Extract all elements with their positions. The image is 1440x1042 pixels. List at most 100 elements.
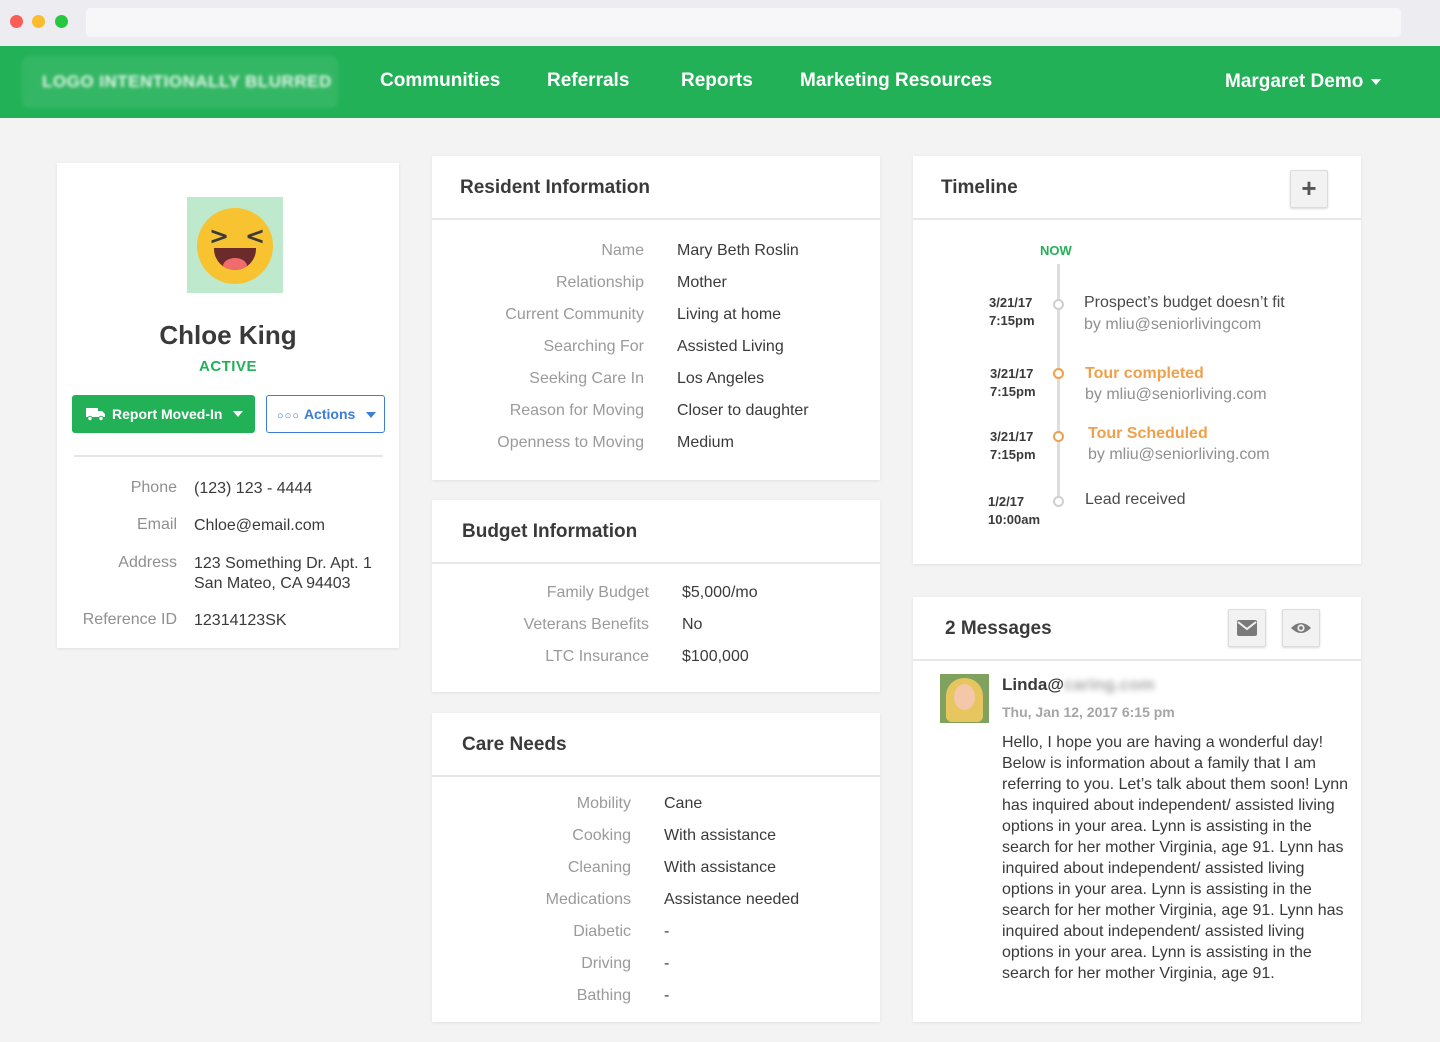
actions-label: Actions [303,406,356,422]
budget-information-card: Budget Information Family Budget $5,000/m… [432,500,880,692]
medications-label: Medications [545,891,631,908]
reason-for-moving-value: Closer to daughter [677,402,809,419]
email-value[interactable]: Chloe@email.com [194,516,325,536]
diabetic-value: - [664,923,670,940]
bathing-label: Bathing [576,987,631,1004]
messages-title: 2 Messages [945,618,1052,639]
eye-icon [1291,623,1311,633]
add-timeline-event-button[interactable]: + [1290,170,1328,208]
nav-link-communities[interactable]: Communities [380,70,500,92]
user-name: Margaret Demo [1225,71,1364,92]
timeline-node [1053,496,1064,507]
name-label: Name [601,242,644,259]
chevron-down-icon[interactable] [233,411,243,417]
timeline-date: 1/2/17 10:00am [988,494,1041,527]
actions-button[interactable]: ○○○ Actions [266,395,385,433]
cooking-value: With assistance [664,827,777,844]
timeline-event-title: Tour Scheduled [1088,425,1208,442]
address-bar[interactable] [86,8,1401,37]
compose-message-button[interactable] [1228,609,1266,647]
searching-for-value: Assisted Living [677,338,784,355]
timeline-node [1053,299,1064,310]
timeline-event-author: by mliu@seniorliving.com [1085,386,1267,403]
view-messages-button[interactable] [1282,609,1320,647]
more-icon: ○○○ [277,410,300,422]
openness-to-moving-label: Openness to Moving [497,434,644,451]
cleaning-label: Cleaning [567,859,631,876]
nav-link-marketing-resources[interactable]: Marketing Resources [800,70,992,92]
bathing-value: - [664,987,670,1004]
avatar: > < [187,197,283,293]
timeline-date: 3/21/17 7:15pm [989,295,1035,328]
driving-label: Driving [581,955,631,972]
sender-avatar [940,674,989,723]
user-menu[interactable]: Margaret Demo [1225,71,1382,93]
driving-value: - [664,955,670,972]
reference-id-value: 12314123SK [194,612,287,629]
now-marker: NOW [1040,243,1072,258]
diabetic-label: Diabetic [573,923,631,940]
timeline-card: Timeline + NOW 3/21/17 7:15pm Prospect’s … [913,156,1361,564]
phone-value[interactable]: (123) 123 - 4444 [194,479,312,499]
address-line-1: 123 Something Dr. Apt. 1 [194,555,372,572]
message-timestamp: Thu, Jan 12, 2017 6:15 pm [1002,704,1175,720]
veterans-benefits-value: No [682,616,703,633]
current-community-value: Living at home [677,306,782,323]
card-title: Care Needs [432,713,880,777]
minimize-window-dot[interactable] [32,15,45,28]
card-title: Budget Information [432,500,880,564]
card-title: 2 Messages [913,597,1361,661]
email-label: Email [136,516,177,533]
status-badge: ACTIVE [198,358,257,375]
timeline-title: Timeline [941,177,1018,198]
openness-to-moving-value: Medium [677,434,734,451]
cleaning-value: With assistance [664,859,777,876]
family-budget-value: $5,000/mo [682,584,758,601]
mobility-value: Cane [664,795,703,812]
nav-link-referrals[interactable]: Referrals [547,70,629,92]
browser-chrome [0,0,1440,46]
resident-information-card: Resident Information Name Mary Beth Rosli… [432,156,880,480]
profile-card: > < Chloe King ACTIVE Report Moved-In ○○… [57,163,399,648]
close-window-dot[interactable] [10,15,23,28]
card-title: Timeline + [913,156,1361,220]
top-navigation: LOGO INTENTIONALLY BLURRED Communities R… [0,46,1440,118]
nav-link-reports[interactable]: Reports [681,70,753,92]
logo[interactable]: LOGO INTENTIONALLY BLURRED [22,56,338,108]
laughing-emoji-icon: > < [197,208,273,284]
medications-value: Assistance needed [664,891,800,908]
name-value: Mary Beth Roslin [677,242,799,259]
divider [74,455,383,457]
timeline-event-author: by mliu@seniorliving.com [1088,446,1270,463]
profile-name: Chloe King [159,320,297,350]
reference-id-label: Reference ID [82,611,177,628]
report-moved-in-button[interactable]: Report Moved-In [72,395,255,433]
ltc-insurance-label: LTC Insurance [545,648,649,665]
timeline-event-title: Tour completed [1085,365,1204,382]
blurred-domain: caring.com [1063,675,1155,694]
current-community-label: Current Community [505,306,644,323]
timeline-node [1053,368,1064,379]
timeline-event-author: by mliu@seniorlivingcom [1084,316,1262,333]
searching-for-label: Searching For [543,338,645,355]
timeline-event-title: Prospect’s budget doesn’t fit [1084,294,1285,311]
ltc-insurance-value: $100,000 [682,648,749,665]
timeline-node [1053,431,1064,442]
truck-icon [86,408,105,422]
relationship-value: Mother [677,274,727,291]
chevron-down-icon [366,412,376,418]
cooking-label: Cooking [572,827,631,844]
address-line-2: San Mateo, CA 94403 [194,575,351,592]
mobility-label: Mobility [576,795,631,812]
message-body: Hello, I hope you are having a wonderful… [1002,734,1348,982]
seeking-care-in-label: Seeking Care In [529,370,644,387]
maximize-window-dot[interactable] [55,15,68,28]
message-sender[interactable]: Linda@caring.com [1002,675,1155,695]
veterans-benefits-label: Veterans Benefits [523,616,649,633]
relationship-label: Relationship [555,274,644,291]
reason-for-moving-label: Reason for Moving [509,402,644,419]
card-title: Resident Information [432,156,880,220]
timeline-date: 3/21/17 7:15pm [990,366,1036,399]
care-needs-card: Care Needs Mobility Cane Cooking With assis… [432,713,880,1022]
timeline-event-title: Lead received [1085,491,1186,508]
